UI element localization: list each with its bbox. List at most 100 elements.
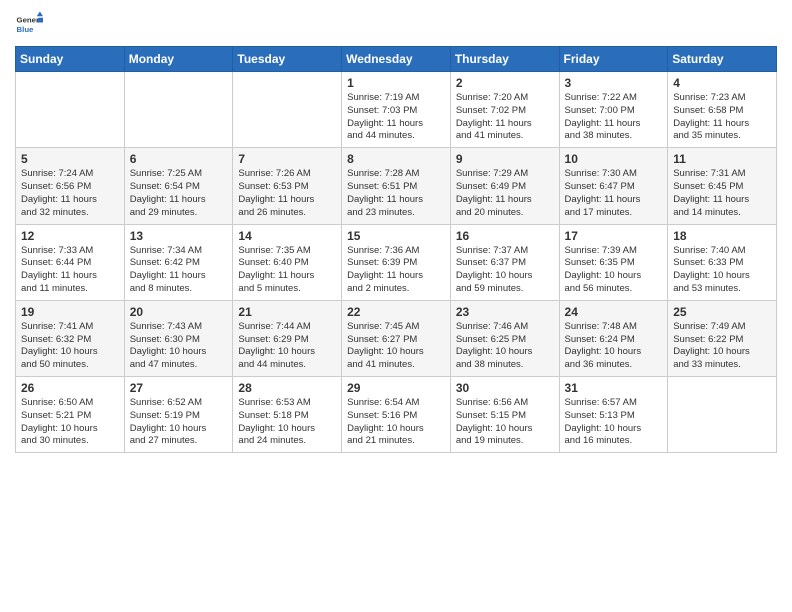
weekday-monday: Monday xyxy=(124,47,233,72)
weekday-wednesday: Wednesday xyxy=(342,47,451,72)
calendar-week-5: 26Sunrise: 6:50 AM Sunset: 5:21 PM Dayli… xyxy=(16,377,777,453)
day-info: Sunrise: 7:28 AM Sunset: 6:51 PM Dayligh… xyxy=(347,168,445,219)
day-number: 20 xyxy=(130,305,228,319)
calendar-cell: 12 Sunrise: 7:33 AM Sunset: 6:44 PM Dayli… xyxy=(16,224,125,300)
day-number: 12 xyxy=(21,229,119,243)
day-number: 26 xyxy=(21,381,119,395)
calendar-cell: 1Sunrise: 7:19 AM Sunset: 7:03 PM Daylig… xyxy=(342,72,451,148)
day-info: Sunrise: 7:22 AM Sunset: 7:00 PM Dayligh… xyxy=(565,92,663,143)
calendar-week-3: 12 Sunrise: 7:33 AM Sunset: 6:44 PM Dayli… xyxy=(16,224,777,300)
day-number: 6 xyxy=(130,152,228,166)
calendar-cell: 10 Sunrise: 7:30 AM Sunset: 6:47 PM Dayli… xyxy=(559,148,668,224)
day-number: 7 xyxy=(238,152,336,166)
day-info: Sunrise: 7:34 AM Sunset: 6:42 PM Dayligh… xyxy=(130,245,228,296)
calendar-cell: 16 Sunrise: 7:37 AM Sunset: 6:37 PM Dayli… xyxy=(450,224,559,300)
day-info: Sunrise: 7:33 AM Sunset: 6:44 PM Dayligh… xyxy=(21,245,119,296)
day-number: 28 xyxy=(238,381,336,395)
day-info: Sunrise: 7:45 AM Sunset: 6:27 PM Dayligh… xyxy=(347,321,445,372)
day-info: Sunrise: 7:35 AM Sunset: 6:40 PM Dayligh… xyxy=(238,245,336,296)
day-info: Sunrise: 7:29 AM Sunset: 6:49 PM Dayligh… xyxy=(456,168,554,219)
day-number: 18 xyxy=(673,229,771,243)
day-number: 4 xyxy=(673,76,771,90)
day-number: 11 xyxy=(673,152,771,166)
day-info: Sunrise: 7:41 AM Sunset: 6:32 PM Dayligh… xyxy=(21,321,119,372)
day-info: Sunrise: 7:37 AM Sunset: 6:37 PM Dayligh… xyxy=(456,245,554,296)
weekday-tuesday: Tuesday xyxy=(233,47,342,72)
day-info: Sunrise: 7:43 AM Sunset: 6:30 PM Dayligh… xyxy=(130,321,228,372)
day-info: Sunrise: 7:36 AM Sunset: 6:39 PM Dayligh… xyxy=(347,245,445,296)
day-number: 31 xyxy=(565,381,663,395)
weekday-thursday: Thursday xyxy=(450,47,559,72)
day-number: 16 xyxy=(456,229,554,243)
day-info: Sunrise: 7:40 AM Sunset: 6:33 PM Dayligh… xyxy=(673,245,771,296)
calendar-cell: 6 Sunrise: 7:25 AM Sunset: 6:54 PM Daylig… xyxy=(124,148,233,224)
calendar-cell: 24 Sunrise: 7:48 AM Sunset: 6:24 PM Dayli… xyxy=(559,300,668,376)
calendar-cell: 26Sunrise: 6:50 AM Sunset: 5:21 PM Dayli… xyxy=(16,377,125,453)
calendar-week-2: 5 Sunrise: 7:24 AM Sunset: 6:56 PM Daylig… xyxy=(16,148,777,224)
logo: General Blue xyxy=(15,10,47,38)
day-number: 21 xyxy=(238,305,336,319)
calendar-cell: 20 Sunrise: 7:43 AM Sunset: 6:30 PM Dayli… xyxy=(124,300,233,376)
day-info: Sunrise: 7:48 AM Sunset: 6:24 PM Dayligh… xyxy=(565,321,663,372)
day-number: 19 xyxy=(21,305,119,319)
day-info: Sunrise: 6:56 AM Sunset: 5:15 PM Dayligh… xyxy=(456,397,554,448)
day-info: Sunrise: 7:24 AM Sunset: 6:56 PM Dayligh… xyxy=(21,168,119,219)
calendar-cell: 4 Sunrise: 7:23 AM Sunset: 6:58 PM Daylig… xyxy=(668,72,777,148)
calendar-cell xyxy=(668,377,777,453)
calendar-cell: 30 Sunrise: 6:56 AM Sunset: 5:15 PM Dayli… xyxy=(450,377,559,453)
day-info: Sunrise: 7:46 AM Sunset: 6:25 PM Dayligh… xyxy=(456,321,554,372)
calendar-cell: 11 Sunrise: 7:31 AM Sunset: 6:45 PM Dayli… xyxy=(668,148,777,224)
day-number: 3 xyxy=(565,76,663,90)
calendar-cell: 8 Sunrise: 7:28 AM Sunset: 6:51 PM Daylig… xyxy=(342,148,451,224)
day-info: Sunrise: 6:53 AM Sunset: 5:18 PM Dayligh… xyxy=(238,397,336,448)
day-info: Sunrise: 7:49 AM Sunset: 6:22 PM Dayligh… xyxy=(673,321,771,372)
day-number: 9 xyxy=(456,152,554,166)
day-number: 15 xyxy=(347,229,445,243)
day-number: 24 xyxy=(565,305,663,319)
calendar-cell: 14 Sunrise: 7:35 AM Sunset: 6:40 PM Dayli… xyxy=(233,224,342,300)
weekday-saturday: Saturday xyxy=(668,47,777,72)
day-number: 23 xyxy=(456,305,554,319)
calendar-cell: 28 Sunrise: 6:53 AM Sunset: 5:18 PM Dayli… xyxy=(233,377,342,453)
calendar-cell: 2Sunrise: 7:20 AM Sunset: 7:02 PM Daylig… xyxy=(450,72,559,148)
calendar-cell: 17Sunrise: 7:39 AM Sunset: 6:35 PM Dayli… xyxy=(559,224,668,300)
calendar-cell: 22 Sunrise: 7:45 AM Sunset: 6:27 PM Dayli… xyxy=(342,300,451,376)
day-info: Sunrise: 6:54 AM Sunset: 5:16 PM Dayligh… xyxy=(347,397,445,448)
svg-text:Blue: Blue xyxy=(17,25,35,34)
day-info: Sunrise: 7:25 AM Sunset: 6:54 PM Dayligh… xyxy=(130,168,228,219)
day-number: 10 xyxy=(565,152,663,166)
calendar-cell: 7 Sunrise: 7:26 AM Sunset: 6:53 PM Daylig… xyxy=(233,148,342,224)
day-info: Sunrise: 7:26 AM Sunset: 6:53 PM Dayligh… xyxy=(238,168,336,219)
calendar-cell: 25 Sunrise: 7:49 AM Sunset: 6:22 PM Dayli… xyxy=(668,300,777,376)
calendar-week-1: 1Sunrise: 7:19 AM Sunset: 7:03 PM Daylig… xyxy=(16,72,777,148)
weekday-friday: Friday xyxy=(559,47,668,72)
calendar-cell: 27Sunrise: 6:52 AM Sunset: 5:19 PM Dayli… xyxy=(124,377,233,453)
weekday-header-row: SundayMondayTuesdayWednesdayThursdayFrid… xyxy=(16,47,777,72)
day-info: Sunrise: 7:31 AM Sunset: 6:45 PM Dayligh… xyxy=(673,168,771,219)
day-number: 27 xyxy=(130,381,228,395)
weekday-sunday: Sunday xyxy=(16,47,125,72)
day-info: Sunrise: 7:19 AM Sunset: 7:03 PM Dayligh… xyxy=(347,92,445,143)
day-info: Sunrise: 7:23 AM Sunset: 6:58 PM Dayligh… xyxy=(673,92,771,143)
calendar-cell: 18 Sunrise: 7:40 AM Sunset: 6:33 PM Dayli… xyxy=(668,224,777,300)
day-number: 14 xyxy=(238,229,336,243)
calendar-cell: 13 Sunrise: 7:34 AM Sunset: 6:42 PM Dayli… xyxy=(124,224,233,300)
day-number: 8 xyxy=(347,152,445,166)
logo-icon: General Blue xyxy=(15,10,43,38)
page-header: General Blue xyxy=(15,10,777,38)
day-info: Sunrise: 7:30 AM Sunset: 6:47 PM Dayligh… xyxy=(565,168,663,219)
calendar-table: SundayMondayTuesdayWednesdayThursdayFrid… xyxy=(15,46,777,453)
day-number: 5 xyxy=(21,152,119,166)
calendar-cell: 23 Sunrise: 7:46 AM Sunset: 6:25 PM Dayli… xyxy=(450,300,559,376)
calendar-cell: 3 Sunrise: 7:22 AM Sunset: 7:00 PM Daylig… xyxy=(559,72,668,148)
calendar-cell: 5 Sunrise: 7:24 AM Sunset: 6:56 PM Daylig… xyxy=(16,148,125,224)
day-number: 25 xyxy=(673,305,771,319)
day-number: 13 xyxy=(130,229,228,243)
calendar-week-4: 19 Sunrise: 7:41 AM Sunset: 6:32 PM Dayli… xyxy=(16,300,777,376)
calendar-cell xyxy=(16,72,125,148)
calendar-cell xyxy=(233,72,342,148)
day-number: 30 xyxy=(456,381,554,395)
day-info: Sunrise: 6:57 AM Sunset: 5:13 PM Dayligh… xyxy=(565,397,663,448)
day-number: 22 xyxy=(347,305,445,319)
calendar-cell: 31 Sunrise: 6:57 AM Sunset: 5:13 PM Dayli… xyxy=(559,377,668,453)
